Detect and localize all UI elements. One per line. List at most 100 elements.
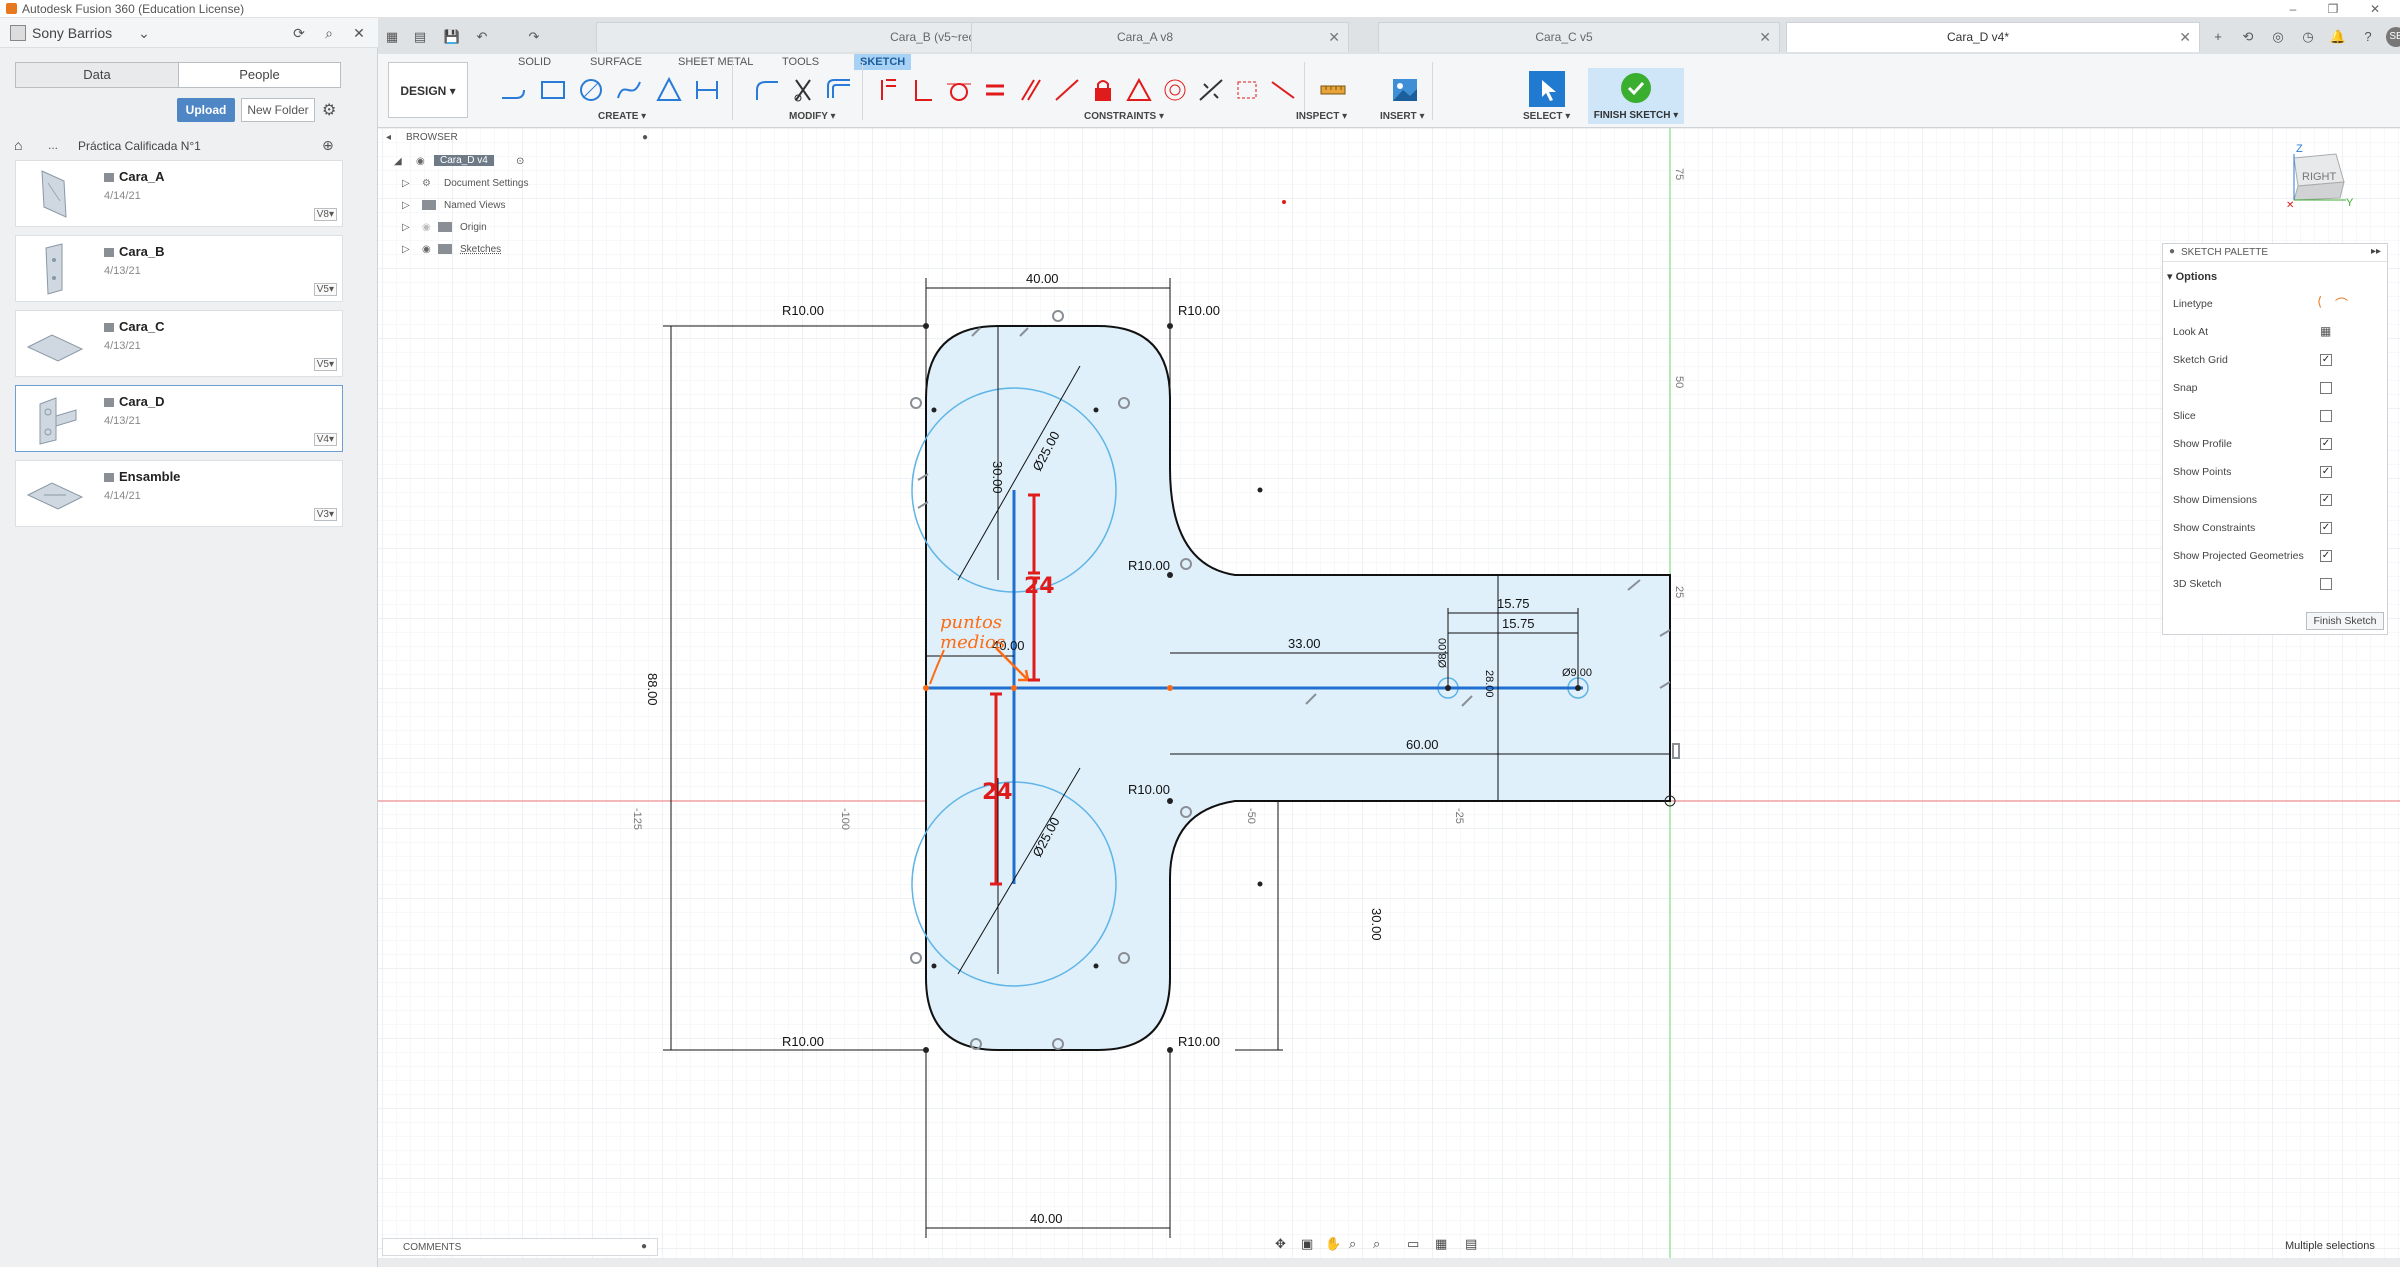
- palette-options-icon[interactable]: ●: [2169, 246, 2175, 257]
- file-card-cara-b[interactable]: Cara_B 4/13/21 V5▾: [15, 235, 343, 302]
- dim-small-diameter-1[interactable]: Ø8.00: [1437, 638, 1449, 668]
- tree-expand-icon[interactable]: ◢: [394, 156, 402, 167]
- save-icon[interactable]: 💾: [442, 27, 462, 47]
- dim-28[interactable]: 28.00: [1483, 670, 1495, 698]
- user-menu[interactable]: Sony Barrios: [32, 25, 112, 41]
- tab-cara-a[interactable]: Cara_A v8 ✕: [971, 22, 1349, 52]
- equal-constraint-icon[interactable]: [980, 76, 1010, 104]
- panel-options-icon[interactable]: ●: [642, 132, 648, 143]
- tab-people[interactable]: People: [178, 63, 340, 87]
- dim-top-width[interactable]: 40.00: [1026, 271, 1059, 286]
- browser-root[interactable]: Cara_D v4: [434, 155, 494, 166]
- tree-expand-icon[interactable]: ▷: [402, 200, 410, 211]
- browser-item-named-views[interactable]: Named Views: [444, 200, 506, 211]
- linetype-construction-icon[interactable]: ⟨: [2317, 294, 2322, 310]
- expand-panel-icon[interactable]: ▸▸: [2371, 246, 2381, 257]
- fix-constraint-icon[interactable]: [1088, 76, 1118, 104]
- dim-bottom-width[interactable]: 40.00: [1030, 1211, 1063, 1226]
- dim-radius-bottom-left[interactable]: R10.00: [782, 1034, 824, 1049]
- file-menu-icon[interactable]: ▤: [410, 27, 430, 47]
- spline-icon[interactable]: [614, 76, 644, 104]
- notifications-icon[interactable]: 🔔: [2328, 27, 2348, 47]
- tab-cara-c[interactable]: Cara_C v5 ✕: [1378, 22, 1780, 52]
- coincident-constraint-icon[interactable]: [872, 76, 902, 104]
- tab-sheet-metal[interactable]: SHEET METAL: [678, 54, 753, 70]
- dim-small-diameter-2[interactable]: Ø9.00: [1562, 667, 1592, 679]
- dim-60[interactable]: 60.00: [1406, 737, 1439, 752]
- line-icon[interactable]: [498, 76, 528, 104]
- file-card-ensamble[interactable]: Ensamble 4/14/21 V3▾: [15, 460, 343, 527]
- show-dimensions-checkbox[interactable]: ✓: [2320, 494, 2332, 506]
- dim-15-75-b[interactable]: 15.75: [1502, 616, 1535, 631]
- extensions-icon[interactable]: ◎: [2268, 27, 2288, 47]
- show-constraints-checkbox[interactable]: ✓: [2320, 522, 2332, 534]
- restore-icon[interactable]: ❐: [2318, 0, 2348, 18]
- dim-radius-top-right[interactable]: R10.00: [1178, 303, 1220, 318]
- create-menu[interactable]: CREATE ▾: [598, 111, 646, 122]
- close-icon[interactable]: ✕: [2360, 0, 2390, 18]
- tree-expand-icon[interactable]: ▷: [402, 244, 410, 255]
- look-at-icon[interactable]: ▦: [2320, 324, 2331, 338]
- select-menu[interactable]: SELECT ▾: [1523, 111, 1570, 122]
- dim-15-75-a[interactable]: 15.75: [1497, 596, 1530, 611]
- modify-menu[interactable]: MODIFY ▾: [789, 111, 836, 122]
- insert-image-icon[interactable]: [1390, 76, 1420, 104]
- close-tab-icon[interactable]: ✕: [1759, 23, 1771, 51]
- gear-icon[interactable]: ⚙: [322, 100, 336, 120]
- new-tab-icon[interactable]: +: [2208, 27, 2228, 47]
- close-tab-icon[interactable]: ✕: [2179, 23, 2191, 51]
- snap-checkbox[interactable]: [2320, 382, 2332, 394]
- new-folder-button[interactable]: New Folder: [241, 98, 315, 122]
- sketch-grid-checkbox[interactable]: ✓: [2320, 354, 2332, 366]
- upload-button[interactable]: Upload: [177, 98, 235, 122]
- dim-radius-top-left[interactable]: R10.00: [782, 303, 824, 318]
- file-card-cara-d[interactable]: Cara_D 4/13/21 V4▾: [15, 385, 343, 452]
- chevron-down-icon[interactable]: ⌄: [135, 25, 153, 42]
- dim-radius-mid-top[interactable]: R10.00: [1128, 558, 1170, 573]
- dim-vertical-30-top[interactable]: 30.00: [990, 461, 1005, 494]
- concentric-constraint-icon[interactable]: [1160, 76, 1190, 104]
- close-panel-icon[interactable]: ✕: [350, 25, 368, 42]
- browser-item-origin[interactable]: Origin: [460, 222, 487, 233]
- finish-sketch-palette-button[interactable]: Finish Sketch: [2306, 612, 2384, 630]
- parallel-constraint-icon[interactable]: [1016, 76, 1046, 104]
- dim-radius-bottom-right[interactable]: R10.00: [1178, 1034, 1220, 1049]
- comments-bar[interactable]: COMMENTS ●: [382, 1238, 658, 1256]
- rectangle-icon[interactable]: [538, 76, 568, 104]
- dim-vertical-30-bottom[interactable]: 30.00: [1369, 908, 1384, 941]
- show-profile-checkbox[interactable]: ✓: [2320, 438, 2332, 450]
- zoom-icon[interactable]: ⌕: [1349, 1236, 1356, 1252]
- midpoint-constraint-icon[interactable]: [1124, 76, 1154, 104]
- close-tab-icon[interactable]: ✕: [1328, 23, 1340, 51]
- eye-icon[interactable]: ◉: [416, 156, 425, 167]
- sketch-drawing[interactable]: 40.00 R10.00 R10.00 R10.00 R10.00 R10.00…: [378, 128, 2400, 1258]
- inspect-menu[interactable]: INSPECT ▾: [1296, 111, 1347, 122]
- undo-icon[interactable]: ↶: [472, 27, 492, 47]
- dim-height-88[interactable]: 88.00: [645, 673, 660, 706]
- job-status-icon[interactable]: ⟲: [2238, 27, 2258, 47]
- collapse-icon[interactable]: ◂: [386, 132, 391, 143]
- history-icon[interactable]: ◷: [2298, 27, 2318, 47]
- tangent-constraint-icon[interactable]: [944, 76, 974, 104]
- linetype-centerline-icon[interactable]: ⌒: [2335, 294, 2348, 313]
- browser-item-sketches[interactable]: Sketches: [460, 244, 501, 255]
- file-card-cara-c[interactable]: Cara_C 4/13/21 V5▾: [15, 310, 343, 377]
- help-icon[interactable]: ?: [2358, 27, 2378, 47]
- workspace-switcher[interactable]: DESIGN ▾: [388, 62, 468, 118]
- breadcrumb-more[interactable]: ...: [48, 138, 58, 152]
- horizontal-vertical-constraint-icon[interactable]: [1268, 76, 1298, 104]
- eye-icon[interactable]: ◉: [422, 244, 431, 255]
- orbit-icon[interactable]: ✥: [1275, 1236, 1286, 1252]
- perpendicular-constraint-icon[interactable]: [908, 76, 938, 104]
- activate-icon[interactable]: ⊙: [516, 156, 524, 167]
- version-badge[interactable]: V4▾: [313, 433, 337, 446]
- constraints-menu[interactable]: CONSTRAINTS ▾: [1084, 111, 1164, 122]
- select-icon[interactable]: [1528, 70, 1566, 108]
- dim-33[interactable]: 33.00: [1288, 636, 1321, 651]
- dim-radius-mid-bottom[interactable]: R10.00: [1128, 782, 1170, 797]
- dimension-icon[interactable]: [692, 76, 722, 104]
- show-points-checkbox[interactable]: ✓: [2320, 466, 2332, 478]
- display-settings-icon[interactable]: ▭: [1407, 1236, 1419, 1252]
- version-badge[interactable]: V5▾: [313, 283, 337, 296]
- tab-solid[interactable]: SOLID: [518, 54, 551, 70]
